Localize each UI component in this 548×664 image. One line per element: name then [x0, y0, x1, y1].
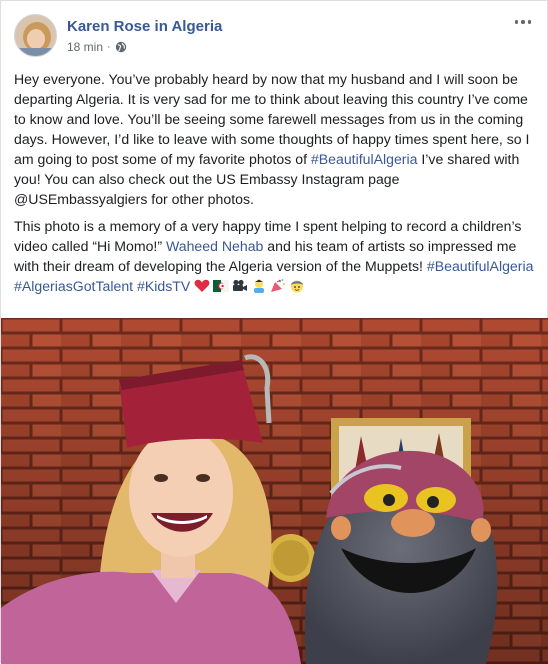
photo-illustration	[1, 318, 548, 664]
post-text: Hey everyone. You’ve probably heard by n…	[14, 69, 534, 303]
hashtag-link[interactable]: #AlgeriasGotTalent	[14, 278, 133, 294]
movie-camera-icon	[233, 279, 248, 291]
kid-face-icon	[291, 280, 304, 293]
post-timestamp[interactable]: 18 min	[67, 40, 103, 54]
hashtag-link[interactable]: #KidsTV	[137, 278, 190, 294]
facebook-post: Karen Rose in Algeria 18 min · Hey every…	[0, 0, 548, 664]
more-options-icon[interactable]	[511, 12, 535, 32]
mention-link[interactable]: Waheed Nehab	[166, 238, 263, 254]
hashtag-link[interactable]: #BeautifulAlgeria	[311, 151, 418, 167]
party-popper-icon	[271, 279, 286, 292]
post-photo[interactable]	[1, 318, 548, 664]
globe-icon[interactable]	[115, 41, 127, 53]
algeria-flag-icon	[213, 280, 230, 292]
post-paragraph-2: This photo is a memory of a very happy t…	[14, 216, 534, 296]
post-header: Karen Rose in Algeria 18 min ·	[14, 14, 537, 60]
emoji-row	[194, 279, 305, 293]
author-avatar[interactable]	[14, 14, 57, 57]
author-name-link[interactable]: Karen Rose in Algeria	[67, 18, 222, 35]
artist-icon	[254, 279, 265, 293]
post-meta: 18 min ·	[67, 40, 127, 54]
post-paragraph-1: Hey everyone. You’ve probably heard by n…	[14, 69, 534, 209]
hashtag-link[interactable]: #BeautifulAlgeria	[427, 258, 534, 274]
red-heart-icon	[194, 279, 210, 292]
meta-separator: ·	[107, 41, 111, 53]
